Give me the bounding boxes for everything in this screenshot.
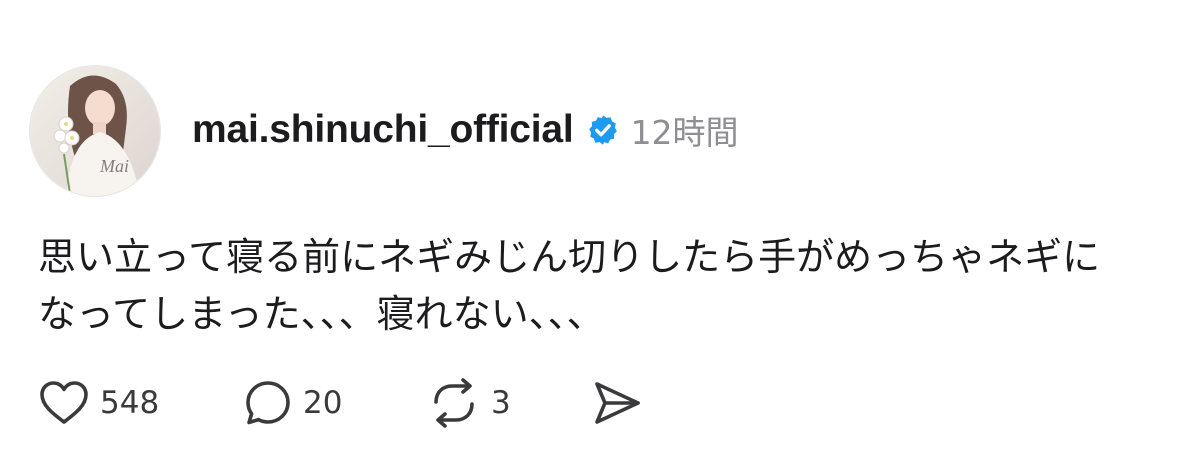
reply-button[interactable]: 20	[243, 378, 427, 428]
post-header: mai.shinuchi_official 12時間	[192, 106, 739, 154]
avatar-image: Mai	[30, 66, 160, 196]
post-action-bar: 548 20 3	[38, 378, 643, 428]
like-button[interactable]: 548	[38, 379, 243, 427]
like-count: 548	[100, 385, 160, 421]
avatar-signature: Mai	[99, 156, 129, 176]
avatar[interactable]: Mai	[30, 66, 160, 196]
repost-count: 3	[491, 385, 511, 421]
comment-icon	[246, 381, 290, 425]
post-timestamp: 12時間	[630, 113, 739, 152]
share-button[interactable]	[591, 378, 643, 428]
heart-icon	[40, 381, 88, 424]
repost-icon	[434, 378, 474, 428]
username-link[interactable]: mai.shinuchi_official	[192, 108, 574, 152]
repost-button[interactable]: 3	[427, 378, 591, 428]
post-body-text: 思い立って寝る前にネギみじん切りしたら手がめっちゃネギに なってしまった、、、寝…	[38, 235, 1101, 336]
send-icon	[595, 382, 640, 424]
verified-badge-icon	[586, 113, 620, 147]
reply-count: 20	[303, 385, 343, 421]
